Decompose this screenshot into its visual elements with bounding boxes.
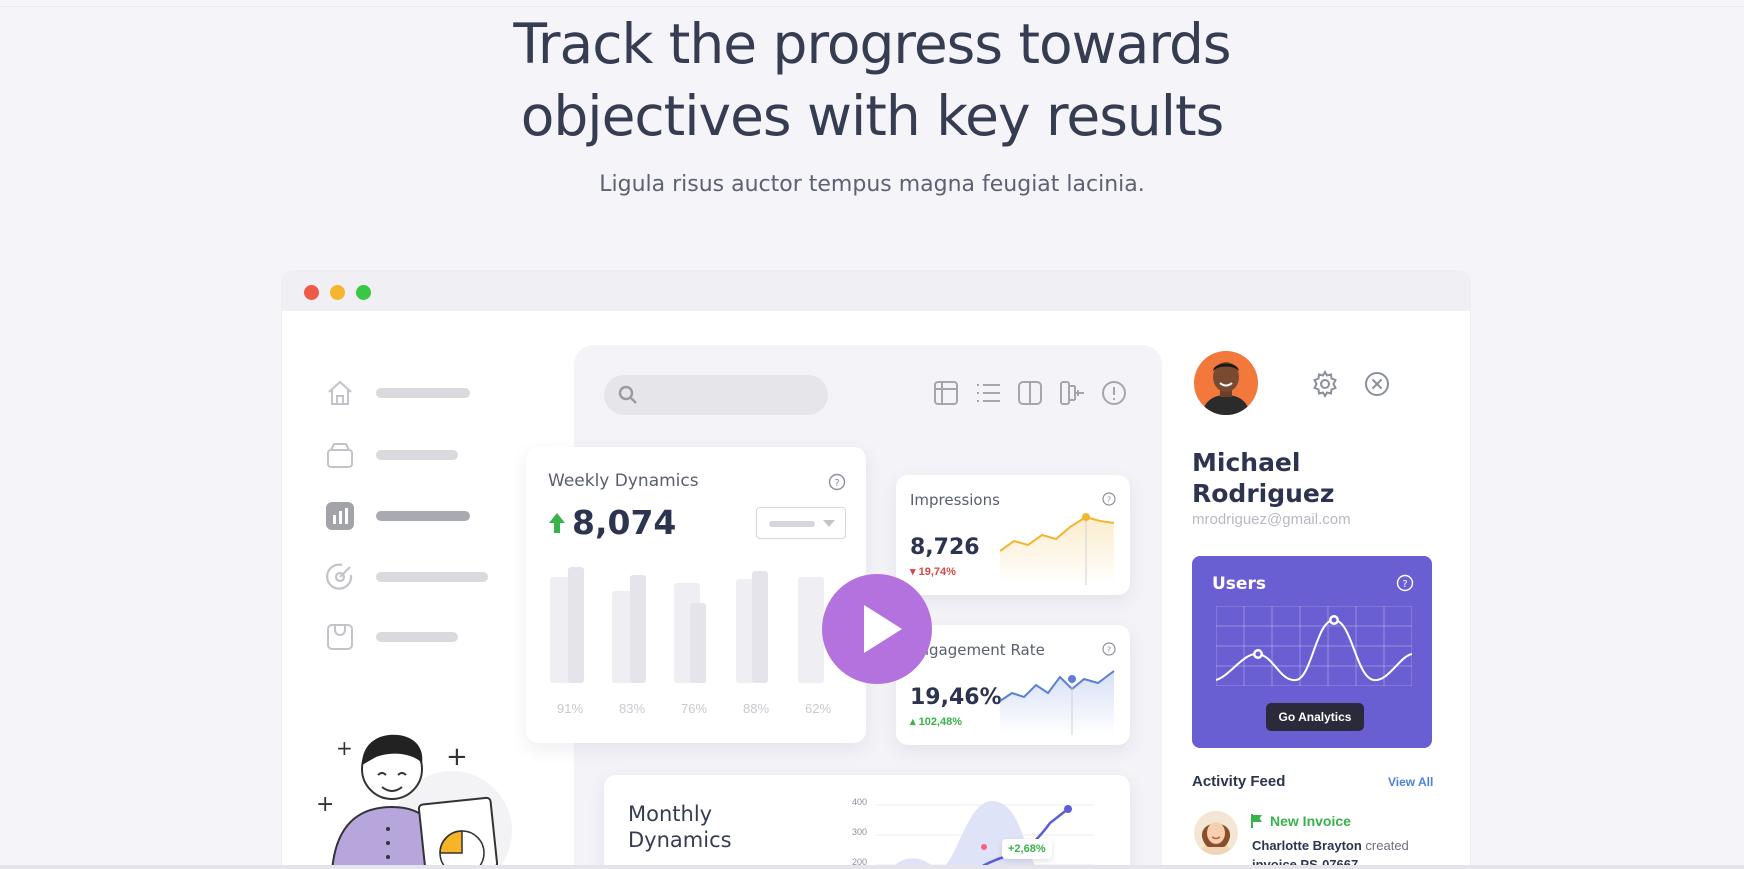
weekly-dynamics-title: Weekly Dynamics	[548, 471, 699, 491]
feed-event-description: Charlotte Brayton created	[1252, 838, 1409, 853]
impressions-card: Impressions ? 8,726 ▾ 19,74%	[896, 475, 1130, 595]
play-video-button[interactable]	[822, 574, 932, 684]
chevron-down-icon	[823, 520, 835, 527]
bar-label: 62%	[804, 701, 832, 716]
go-analytics-button[interactable]: Go Analytics	[1266, 703, 1364, 731]
svg-text:?: ?	[1107, 646, 1111, 655]
impressions-value: 8,726	[910, 535, 980, 560]
bag-icon	[327, 624, 353, 650]
engagement-value: 19,46%	[910, 685, 1002, 710]
app-window-mockup: + + + Weekly Dynamics ? 8,074 91% 83% 76…	[282, 271, 1470, 869]
window-minimize-dot[interactable]	[330, 285, 345, 300]
view-all-link[interactable]: View All	[1388, 775, 1433, 789]
monthly-title-line-2: Dynamics	[628, 828, 732, 852]
feed-actor: Charlotte Brayton	[1252, 838, 1362, 853]
headline-line-1: Track the progress towards	[513, 12, 1231, 76]
bottom-divider	[0, 865, 1744, 869]
svg-text:+: +	[336, 736, 353, 760]
feed-event-title: New Invoice	[1270, 813, 1351, 829]
monthly-dynamics-title: Monthly Dynamics	[628, 801, 768, 853]
profile-last-name: Rodriguez	[1192, 479, 1335, 508]
weekly-dynamics-card: Weekly Dynamics ? 8,074 91% 83% 76% 88% …	[526, 447, 866, 743]
impressions-change-value: 19,74%	[918, 566, 956, 578]
engagement-sparkline	[1000, 670, 1115, 735]
monthly-title-line-1: Monthly	[628, 802, 713, 826]
svg-text:?: ?	[834, 478, 839, 489]
avatar	[1194, 811, 1238, 855]
window-maximize-dot[interactable]	[356, 285, 371, 300]
bar-label: 76%	[680, 701, 708, 716]
help-icon[interactable]: ?	[828, 473, 846, 491]
window-titlebar	[282, 271, 1470, 311]
search-icon	[618, 385, 637, 404]
engagement-change-value: 102,48%	[918, 716, 963, 728]
weekly-dynamics-value: 8,074	[572, 503, 677, 542]
sidebar-item-label	[376, 388, 470, 398]
close-icon[interactable]	[1362, 369, 1392, 399]
sidebar-item-label	[376, 511, 470, 521]
sidebar-item-label	[376, 632, 458, 642]
sidebar-item-label	[376, 572, 488, 582]
feed-action: created	[1365, 838, 1409, 853]
impressions-change: ▾ 19,74%	[910, 566, 956, 578]
window-close-dot[interactable]	[304, 285, 319, 300]
list-icon[interactable]	[974, 379, 1002, 407]
help-icon[interactable]: ?	[1102, 492, 1116, 506]
flag-icon	[1251, 814, 1262, 828]
hero-headline: Track the progress towards objectives wi…	[0, 8, 1744, 152]
feed-user-photo	[1200, 822, 1232, 855]
profile-email: mrodriguez@gmail.com	[1192, 511, 1351, 528]
users-card: Users ? Go Analytics	[1192, 556, 1432, 748]
engagement-change: ▴ 102,48%	[910, 716, 963, 728]
monthly-dynamics-card: Monthly Dynamics 400 300 200 +2,68%	[604, 775, 1130, 869]
chart-icon	[326, 502, 354, 530]
person-illustration: + + +	[316, 734, 512, 869]
bar-label: 83%	[618, 701, 646, 716]
box-icon	[327, 443, 353, 468]
target-icon	[326, 563, 353, 590]
weekly-dynamics-value-row: 8,074	[548, 503, 676, 542]
help-icon[interactable]: ?	[1396, 574, 1414, 592]
gear-icon[interactable]	[1310, 369, 1340, 399]
users-card-title: Users	[1212, 574, 1266, 594]
bar-label: 91%	[556, 701, 584, 716]
dropdown-placeholder-line	[769, 521, 815, 527]
profile-photo	[1202, 362, 1250, 415]
sidebar-item-label	[376, 450, 458, 460]
activity-feed-title: Activity Feed	[1192, 773, 1286, 790]
weekly-bars	[550, 567, 824, 683]
impressions-title: Impressions	[910, 491, 1000, 509]
users-chart	[1216, 606, 1412, 686]
bar-label: 88%	[742, 701, 770, 716]
svg-text:+: +	[316, 792, 334, 817]
profile-name: Michael Rodriguez	[1192, 447, 1412, 509]
home-icon	[328, 380, 352, 405]
svg-text:?: ?	[1107, 496, 1111, 505]
impressions-sparkline	[1000, 513, 1115, 585]
engagement-rate-card: Engagement Rate ? 19,46% ▴ 102,48%	[896, 625, 1130, 745]
top-divider	[0, 6, 1744, 7]
table-icon[interactable]	[932, 379, 960, 407]
arrow-up-icon	[549, 512, 565, 533]
monthly-chart	[876, 800, 1094, 869]
avatar[interactable]	[1194, 351, 1258, 415]
hierarchy-icon[interactable]	[1058, 379, 1086, 407]
columns-icon[interactable]	[1016, 379, 1044, 407]
svg-text:+: +	[446, 742, 468, 772]
svg-text:?: ?	[1402, 579, 1407, 590]
headline-line-2: objectives with key results	[520, 84, 1224, 148]
search-input[interactable]	[604, 375, 828, 415]
profile-first-name: Michael	[1192, 448, 1301, 477]
alert-icon[interactable]	[1100, 379, 1128, 407]
help-icon[interactable]: ?	[1102, 642, 1116, 656]
hero-subtitle: Ligula risus auctor tempus magna feugiat…	[599, 172, 1145, 197]
monthly-change-badge: +2,68%	[1002, 839, 1052, 859]
period-dropdown[interactable]	[756, 507, 846, 539]
